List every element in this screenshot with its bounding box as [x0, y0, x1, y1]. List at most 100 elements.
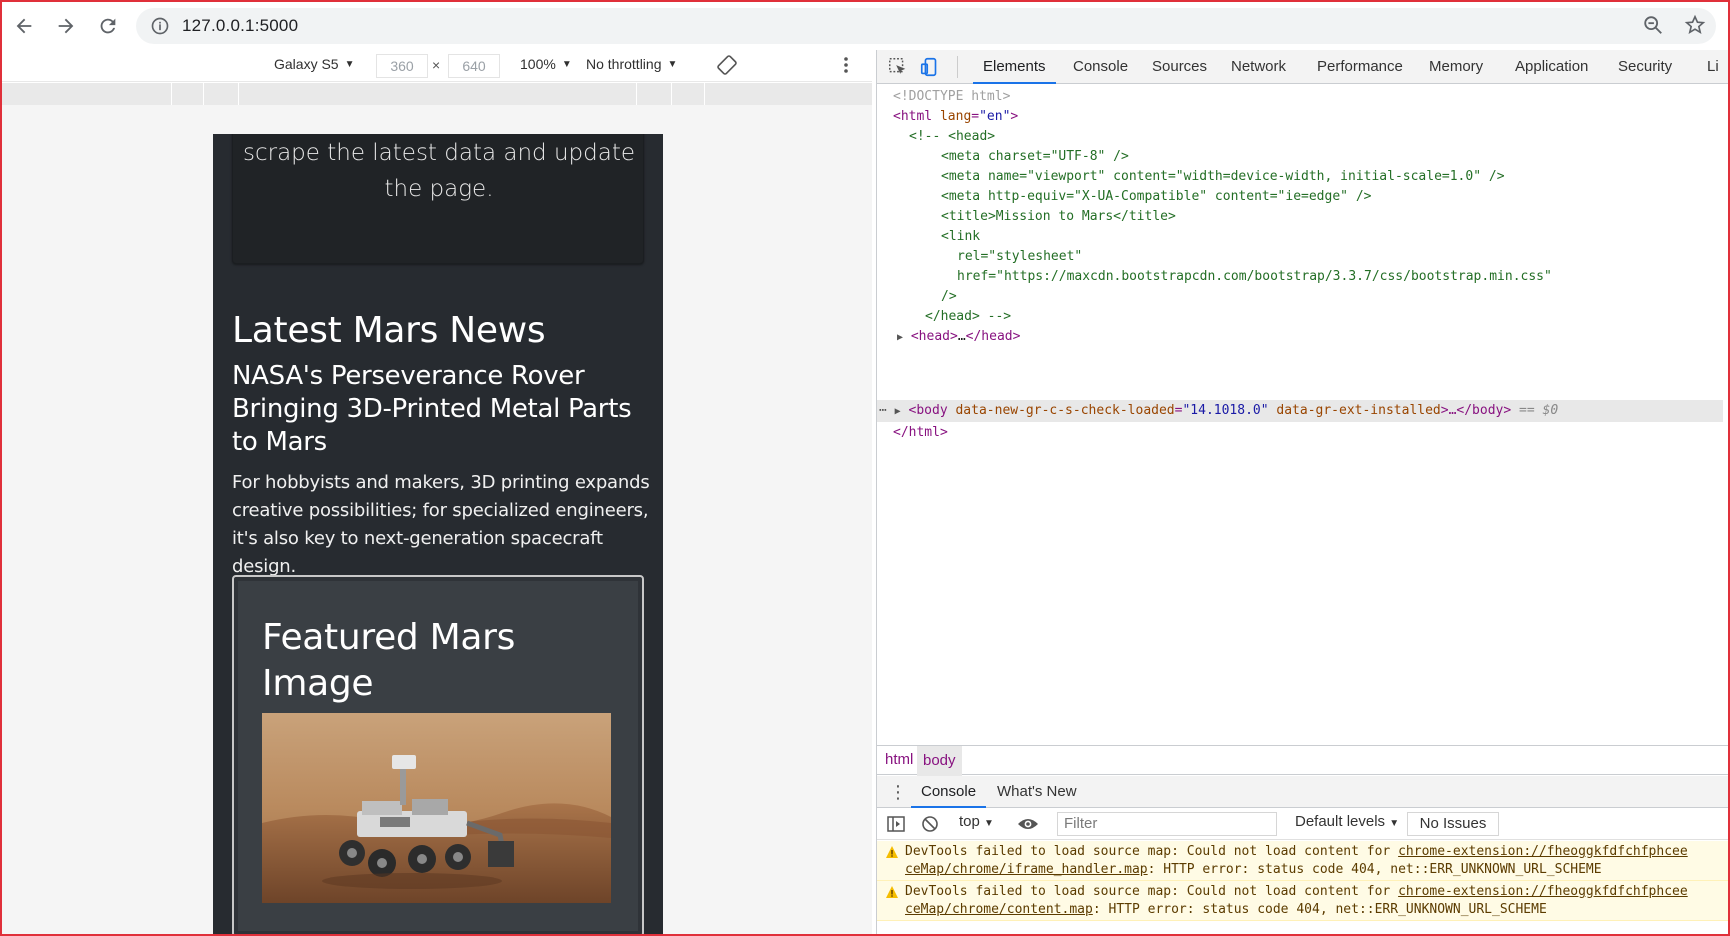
more-options-button[interactable]	[842, 54, 850, 76]
device-toggle-icon[interactable]	[919, 56, 941, 78]
tag-text: >…</body>	[1440, 403, 1512, 418]
context-select[interactable]: top ▼	[959, 813, 994, 830]
drawer-tab-whats-new[interactable]: What's New	[997, 776, 1077, 808]
log-levels-select[interactable]: Default levels ▼	[1295, 813, 1399, 830]
caret-down-icon: ▼	[667, 58, 678, 70]
tab-memory[interactable]: Memory	[1429, 50, 1483, 84]
issues-button[interactable]: No Issues	[1407, 812, 1499, 836]
dimension-separator: ×	[432, 57, 441, 73]
warning-link[interactable]: ceMap/chrome/iframe_handler.map	[905, 862, 1148, 877]
warning-icon	[886, 886, 898, 898]
elements-tree[interactable]: <!DOCTYPE html> <html lang="en"> <!-- <h…	[877, 85, 1729, 745]
ruler-mark	[238, 83, 239, 105]
zoom-icon[interactable]	[1642, 14, 1664, 36]
featured-heading: Featured Mars Image	[262, 617, 516, 704]
devtools-tabbar: Elements Console Sources Network Perform…	[877, 50, 1729, 84]
dom-comment-line[interactable]: />	[941, 287, 957, 307]
kebab-menu-icon	[844, 57, 848, 73]
dom-comment-line[interactable]: <meta charset="UTF-8" />	[941, 147, 1129, 167]
tab-lighthouse[interactable]: Li	[1707, 50, 1719, 84]
throttling-value: No throttling	[586, 56, 662, 72]
arrow-right-icon	[58, 18, 74, 34]
height-input[interactable]: 640	[448, 54, 500, 78]
rotate-icon	[717, 55, 737, 75]
media-query-ruler[interactable]	[2, 83, 872, 105]
dom-comment-close[interactable]: </head> -->	[925, 307, 1011, 327]
rotate-button[interactable]	[716, 54, 738, 76]
devtools-panel: Elements Console Sources Network Perform…	[876, 50, 1729, 934]
caret-down-icon: ▼	[344, 58, 355, 70]
ruler-mark	[704, 83, 705, 105]
dom-comment-line[interactable]: <link	[941, 227, 980, 247]
dom-comment-open[interactable]: <!-- <head>	[909, 127, 995, 147]
tag-text: </head>	[965, 329, 1021, 344]
width-input[interactable]: 360	[376, 54, 428, 78]
eye-icon[interactable]	[1017, 816, 1039, 832]
more-dots-icon[interactable]: ⋯	[879, 403, 887, 418]
ellipsis: …	[957, 329, 966, 344]
device-select[interactable]: Galaxy S5 ▼	[274, 56, 355, 72]
warning-text: DevTools failed to load source map: Coul…	[905, 884, 1399, 899]
warning-link[interactable]: ceMap/chrome/content.map	[905, 902, 1093, 917]
zoom-value: 100%	[520, 56, 556, 72]
console-filter-input[interactable]: Filter	[1057, 812, 1277, 836]
warning-link[interactable]: chrome-extension://fheoggkfdfchfphcee	[1398, 844, 1688, 859]
context-value: top	[959, 813, 980, 830]
dom-html-open[interactable]: <html lang="en">	[893, 107, 1018, 127]
tab-performance[interactable]: Performance	[1317, 50, 1403, 84]
throttling-select[interactable]: No throttling ▼	[586, 56, 677, 72]
address-bar[interactable]: 127.0.0.1:5000	[136, 8, 1716, 44]
device-toolbar: Galaxy S5 ▼ 360 × 640 100% ▼ No throttling…	[2, 50, 872, 82]
attr-value: "14.1018.0"	[1182, 403, 1269, 418]
warning-text: : HTTP error: status code 404, net::ERR_…	[1147, 862, 1602, 877]
tab-application[interactable]: Application	[1515, 50, 1588, 84]
drawer-menu-icon[interactable]: ⋮	[889, 776, 907, 808]
info-icon	[151, 17, 169, 35]
url-text: 127.0.0.1:5000	[182, 16, 299, 35]
tab-network[interactable]: Network	[1231, 50, 1286, 84]
dom-comment-line[interactable]: href="https://maxcdn.bootstrapcdn.com/bo…	[957, 267, 1552, 287]
sidebar-toggle-icon[interactable]	[887, 815, 905, 833]
tag-text: >	[1010, 109, 1019, 124]
device-name: Galaxy S5	[274, 56, 339, 72]
reload-icon	[100, 18, 116, 34]
forward-button[interactable]	[46, 6, 86, 46]
dom-comment-line[interactable]: <meta name="viewport" content="width=dev…	[941, 167, 1505, 187]
console-toolbar: top ▼ Filter Default levels ▼ No Issues	[877, 808, 1729, 840]
inspect-element-icon[interactable]	[887, 56, 909, 78]
zoom-select[interactable]: 100% ▼	[520, 56, 572, 72]
dom-doctype[interactable]: <!DOCTYPE html>	[893, 87, 1010, 107]
expand-triangle-icon[interactable]: ▶	[897, 332, 903, 343]
expand-triangle-icon[interactable]: ▶	[895, 406, 901, 417]
dom-comment-line[interactable]: rel="stylesheet"	[957, 247, 1082, 267]
caret-down-icon: ▼	[984, 818, 994, 829]
clear-console-icon[interactable]	[921, 815, 939, 833]
tab-elements[interactable]: Elements	[973, 50, 1056, 84]
attr-value: "en"	[979, 109, 1011, 124]
news-paragraph: For hobbyists and makers, 3D printing ex…	[232, 472, 650, 577]
warning-link[interactable]: chrome-extension://fheoggkfdfchfphcee	[1398, 884, 1688, 899]
breadcrumb-html[interactable]: html	[885, 751, 913, 768]
dom-comment-line[interactable]: <meta http-equiv="X-UA-Compatible" conte…	[941, 187, 1371, 207]
bookmark-star-icon[interactable]	[1684, 14, 1706, 36]
scrape-card: scrape the latest data and update the pa…	[232, 134, 644, 264]
reload-button[interactable]	[88, 6, 128, 46]
ruler-mark	[203, 83, 204, 105]
tag-text: <html	[893, 109, 933, 124]
news-heading: Latest Mars News	[232, 310, 546, 351]
dom-head-collapsed[interactable]: ▶ <head>…</head>	[897, 327, 1020, 347]
tab-sources[interactable]: Sources	[1152, 50, 1207, 84]
back-button[interactable]	[4, 6, 44, 46]
tab-console[interactable]: Console	[1073, 50, 1128, 84]
dom-comment-line[interactable]: <title>Mission to Mars</title>	[941, 207, 1176, 227]
breadcrumb-body[interactable]: body	[917, 746, 962, 776]
selected-marker: == $0	[1511, 403, 1559, 418]
drawer-tab-console[interactable]: Console	[911, 776, 987, 808]
arrow-left-icon	[16, 18, 32, 34]
dom-body-collapsed[interactable]: ⋯ ▶ <body data-new-gr-c-s-check-loaded="…	[879, 401, 1558, 421]
attr-name: data-gr-ext-installed	[1268, 403, 1441, 418]
browser-toolbar: 127.0.0.1:5000	[2, 2, 1728, 50]
tab-security[interactable]: Security	[1618, 50, 1672, 84]
dom-html-close[interactable]: </html>	[893, 423, 948, 443]
tag-text: <body	[908, 403, 948, 418]
